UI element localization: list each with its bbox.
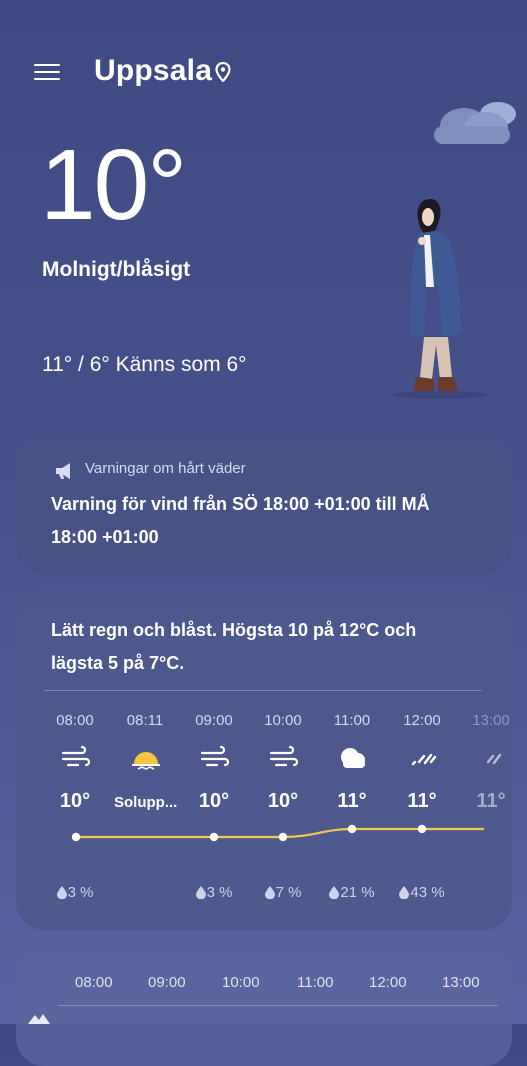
hour-temp: 11° (407, 790, 437, 812)
hour-temp: 10° (59, 790, 91, 812)
raindrop-icon (195, 886, 206, 900)
hour-precip: 3 % (44, 884, 106, 901)
divider (58, 1005, 498, 1006)
timeline-time: 10:00 (222, 974, 260, 991)
warning-title: Varningar om hårt väder (85, 460, 246, 477)
hourly-forecast-list[interactable]: 08:00 10° 3 % 08:11 Solupp... 09:00 10° … (44, 700, 512, 920)
raindrop-icon (264, 886, 275, 900)
raindrop-icon (329, 886, 340, 900)
person-illustration-icon (392, 199, 488, 399)
hour-precip: 7 % (252, 884, 314, 901)
megaphone-icon (56, 463, 70, 479)
hamburger-menu-icon[interactable] (34, 60, 60, 82)
drizzle-icon (411, 753, 437, 766)
temperature-curve (71, 824, 484, 842)
wind-icon (61, 745, 91, 767)
hour-time: 13:00 (472, 712, 510, 729)
hour-temp: 11° (476, 790, 506, 812)
temp-point (278, 832, 288, 842)
wind-icon (269, 745, 299, 767)
hour-precip: 3 % (183, 884, 245, 901)
divider (44, 690, 482, 691)
timeline-time: 13:00 (442, 974, 480, 991)
hi-lo-feels-like: 11° / 6° Känns som 6° (42, 353, 247, 376)
temp-point (71, 832, 81, 842)
cloud-illustration-icon (434, 102, 516, 144)
hour-time: 08:11 (126, 712, 164, 729)
hour-temp: 10° (198, 790, 230, 812)
timeline-time: 08:00 (75, 974, 113, 991)
drizzle-icon (486, 753, 502, 765)
location-pin-icon (215, 62, 231, 82)
cloudy-icon (341, 748, 365, 768)
forecast-summary: Lätt regn och blåst. Högsta 10 på 12°C o… (51, 620, 417, 673)
hour-temp: 10° (267, 790, 299, 812)
temp-point (417, 824, 427, 834)
sunrise-icon (132, 752, 160, 770)
city-name[interactable]: Uppsala (94, 54, 212, 88)
current-temperature: 10° (40, 129, 187, 241)
wind-icon (200, 745, 230, 767)
second-forecast-card[interactable] (16, 946, 512, 1066)
timeline-time: 11:00 (297, 974, 334, 991)
temp-point (209, 832, 219, 842)
warning-text: Varning för vind från SÖ 18:00 +01:00 ti… (51, 494, 430, 547)
timeline-time: 12:00 (369, 974, 407, 991)
hour-time: 08:00 (56, 712, 94, 729)
raindrop-icon (56, 886, 67, 900)
hour-temp: 11° (337, 790, 367, 812)
hour-time: 12:00 (403, 712, 441, 729)
hour-time: 09:00 (195, 712, 233, 729)
hour-temp: Solupp... (114, 794, 178, 811)
hour-time: 10:00 (264, 712, 302, 729)
temp-point (347, 824, 357, 834)
hour-precip: 43 % (391, 884, 453, 901)
current-condition: Molnigt/blåsigt (42, 258, 191, 281)
mountain-icon (28, 1014, 50, 1024)
hour-time: 11:00 (333, 712, 371, 729)
hour-precip: 21 % (321, 884, 383, 901)
raindrop-icon (399, 886, 410, 900)
timeline-time: 09:00 (148, 974, 186, 991)
